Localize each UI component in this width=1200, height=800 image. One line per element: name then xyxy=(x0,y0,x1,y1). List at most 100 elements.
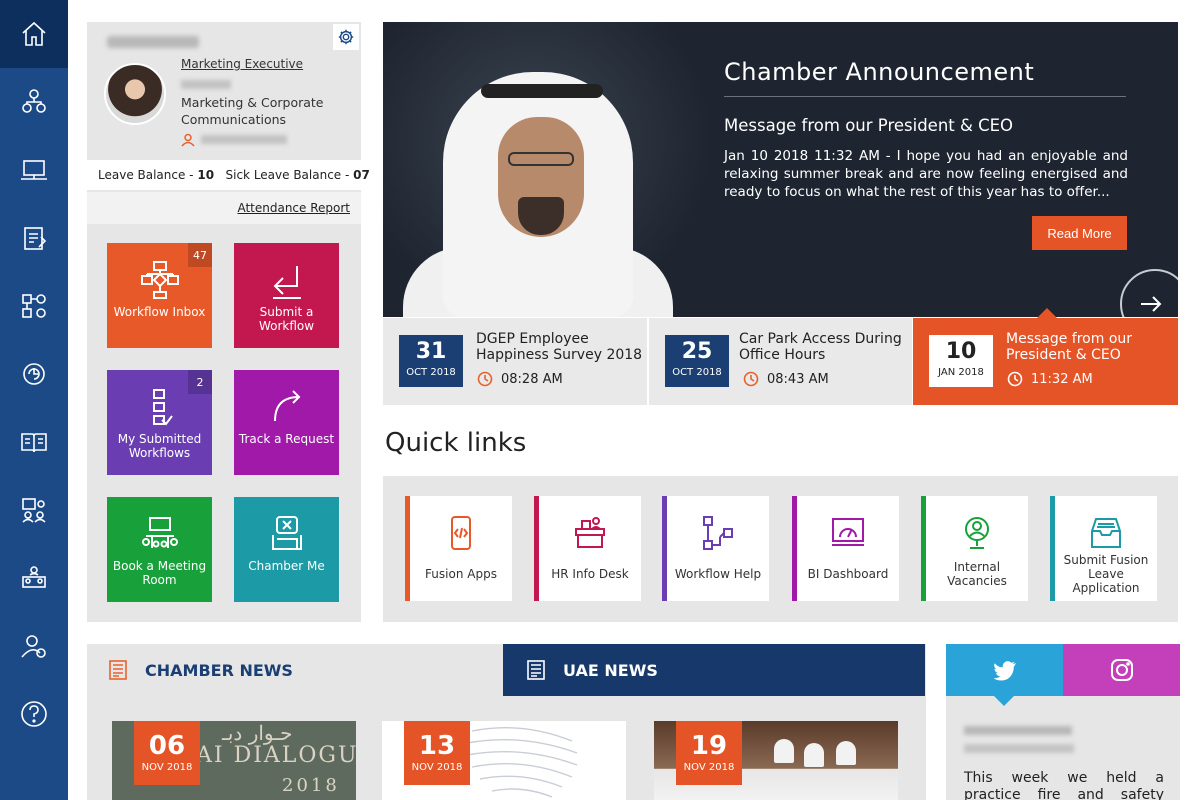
arrow-right-icon xyxy=(1141,296,1162,312)
announcement-body: Jan 10 2018 11:32 AM - I hope you had an… xyxy=(724,148,1128,200)
news-image-globe xyxy=(466,726,578,798)
gear-icon xyxy=(338,29,354,45)
event-item[interactable]: 25 OCT 2018 Car Park Access During Offic… xyxy=(649,318,912,405)
nav-services[interactable] xyxy=(0,340,68,408)
book-icon xyxy=(21,433,47,453)
news-card[interactable]: ﺣـﻮار ﺩﺑـ AI DIALOGUE 2018 06 NOV 2018 xyxy=(112,721,356,800)
position-title[interactable]: Marketing Executive xyxy=(181,57,303,71)
laptop-icon xyxy=(21,160,47,180)
quick-link-workflow-help[interactable]: Workflow Help xyxy=(662,496,769,601)
profile-panel: Marketing Executive Marketing & Corporat… xyxy=(87,22,370,622)
news-month: NOV 2018 xyxy=(141,762,193,773)
return-arrow-icon xyxy=(272,266,301,299)
newspaper-icon xyxy=(109,660,127,680)
event-month: OCT 2018 xyxy=(672,367,722,378)
announcement-title: Chamber Announcement xyxy=(724,58,1035,86)
tab-label: CHAMBER NEWS xyxy=(145,660,293,680)
news-card[interactable]: 19 NOV 2018 xyxy=(654,721,898,800)
twitter-icon xyxy=(993,661,1016,681)
event-day: 25 xyxy=(681,339,713,364)
nav-workflows[interactable] xyxy=(0,272,68,340)
news-month: NOV 2018 xyxy=(411,762,463,773)
event-date: 25 OCT 2018 xyxy=(665,335,729,387)
tab-twitter[interactable] xyxy=(946,644,1063,706)
event-month: JAN 2018 xyxy=(938,367,984,378)
redacted-extension xyxy=(181,80,231,89)
department: Marketing & Corporate Communications xyxy=(181,95,324,127)
news-image-year: 2018 xyxy=(282,775,340,796)
checklist-icon xyxy=(152,389,173,426)
meeting-table-icon xyxy=(141,517,178,548)
news-day: 19 xyxy=(690,731,728,761)
settings-button[interactable] xyxy=(333,24,359,50)
side-nav xyxy=(0,0,68,800)
profile-card: Marketing Executive Marketing & Corporat… xyxy=(87,22,361,158)
tab-instagram[interactable] xyxy=(1063,644,1180,696)
tile-track-request[interactable]: Track a Request xyxy=(234,370,339,475)
leave-balance-label: Leave Balance - xyxy=(98,168,194,182)
redacted-account-name xyxy=(964,726,1072,735)
tile-chamber-me[interactable]: Chamber Me xyxy=(234,497,339,602)
event-day: 10 xyxy=(945,339,977,364)
clipboard-icon xyxy=(24,227,47,250)
tile-book-meeting-room[interactable]: Book a Meeting Room xyxy=(107,497,212,602)
announcement-banner: Chamber Announcement Message from our Pr… xyxy=(383,22,1178,317)
event-title: Car Park Access During Office Hours xyxy=(739,331,902,363)
quick-link-bi-dashboard[interactable]: BI Dashboard xyxy=(792,496,899,601)
tile-label: Chamber Me xyxy=(248,559,325,573)
news-day: 06 xyxy=(148,731,186,761)
chamber-me-icon xyxy=(271,516,302,550)
next-slide-button[interactable] xyxy=(1120,269,1178,317)
social-panel: This week we held a practice fire and sa… xyxy=(946,644,1180,800)
tile-label: Book a Meeting Room xyxy=(112,559,207,587)
tile-label: Track a Request xyxy=(238,432,335,446)
quick-link-label: Fusion Apps xyxy=(425,567,497,581)
tile-my-submitted-workflows[interactable]: 2 My Submitted Workflows xyxy=(107,370,212,475)
tile-label: My Submitted Workflows xyxy=(117,432,202,460)
nav-it-services[interactable] xyxy=(0,136,68,204)
nav-profile-settings[interactable] xyxy=(0,612,68,680)
nav-help[interactable] xyxy=(0,680,68,748)
nav-directory[interactable] xyxy=(0,476,68,544)
read-more-button[interactable]: Read More xyxy=(1032,216,1127,250)
help-icon xyxy=(21,701,47,727)
quick-link-label: HR Info Desk xyxy=(551,567,629,581)
redacted-manager-name xyxy=(201,135,287,144)
event-time: 08:28 AM xyxy=(501,372,563,387)
quick-links-heading: Quick links xyxy=(385,428,527,458)
redacted-employee-name xyxy=(107,36,199,48)
attendance-row: Attendance Report xyxy=(87,192,361,224)
clock-icon xyxy=(743,371,759,387)
tab-label: UAE NEWS xyxy=(563,660,658,680)
nav-meetings[interactable] xyxy=(0,544,68,612)
user-settings-icon xyxy=(21,635,46,658)
quick-link-fusion-apps[interactable]: Fusion Apps xyxy=(405,496,512,601)
quick-link-internal-vacancies[interactable]: Internal Vacancies xyxy=(921,496,1028,601)
event-time: 11:32 AM xyxy=(1031,372,1093,387)
nav-library[interactable] xyxy=(0,408,68,476)
tab-chamber-news[interactable]: CHAMBER NEWS xyxy=(107,655,293,685)
news-date: 06 NOV 2018 xyxy=(134,721,200,785)
quick-link-submit-fusion-leave[interactable]: Submit Fusion Leave Application xyxy=(1050,496,1157,601)
nav-home[interactable] xyxy=(0,0,68,68)
quick-link-hr-info-desk[interactable]: HR Info Desk xyxy=(534,496,641,601)
leave-balances: Leave Balance - 10 Sick Leave Balance - … xyxy=(87,160,370,190)
news-card[interactable]: 13 NOV 2018 xyxy=(382,721,626,800)
workflow-help-icon xyxy=(703,516,733,550)
nav-forms[interactable] xyxy=(0,204,68,272)
tile-workflow-inbox[interactable]: 47 Workflow Inbox xyxy=(107,243,212,348)
inbox-tray-icon xyxy=(1091,518,1121,548)
news-month: NOV 2018 xyxy=(683,762,735,773)
quick-link-label: Workflow Help xyxy=(674,567,762,581)
nav-organization[interactable] xyxy=(0,68,68,136)
event-item-active[interactable]: 10 JAN 2018 Message from our President &… xyxy=(913,308,1178,405)
tab-uae-news[interactable]: UAE NEWS xyxy=(503,644,925,696)
tile-submit-workflow[interactable]: Submit a Workflow xyxy=(234,243,339,348)
avatar xyxy=(104,63,166,125)
event-item[interactable]: 31 OCT 2018 DGEP Employee Happiness Surv… xyxy=(383,318,647,405)
event-month: OCT 2018 xyxy=(406,367,456,378)
event-date: 31 OCT 2018 xyxy=(399,335,463,387)
attendance-report-link[interactable]: Attendance Report xyxy=(237,201,350,215)
tile-label: Workflow Inbox xyxy=(113,305,206,319)
newspaper-icon xyxy=(527,660,545,680)
